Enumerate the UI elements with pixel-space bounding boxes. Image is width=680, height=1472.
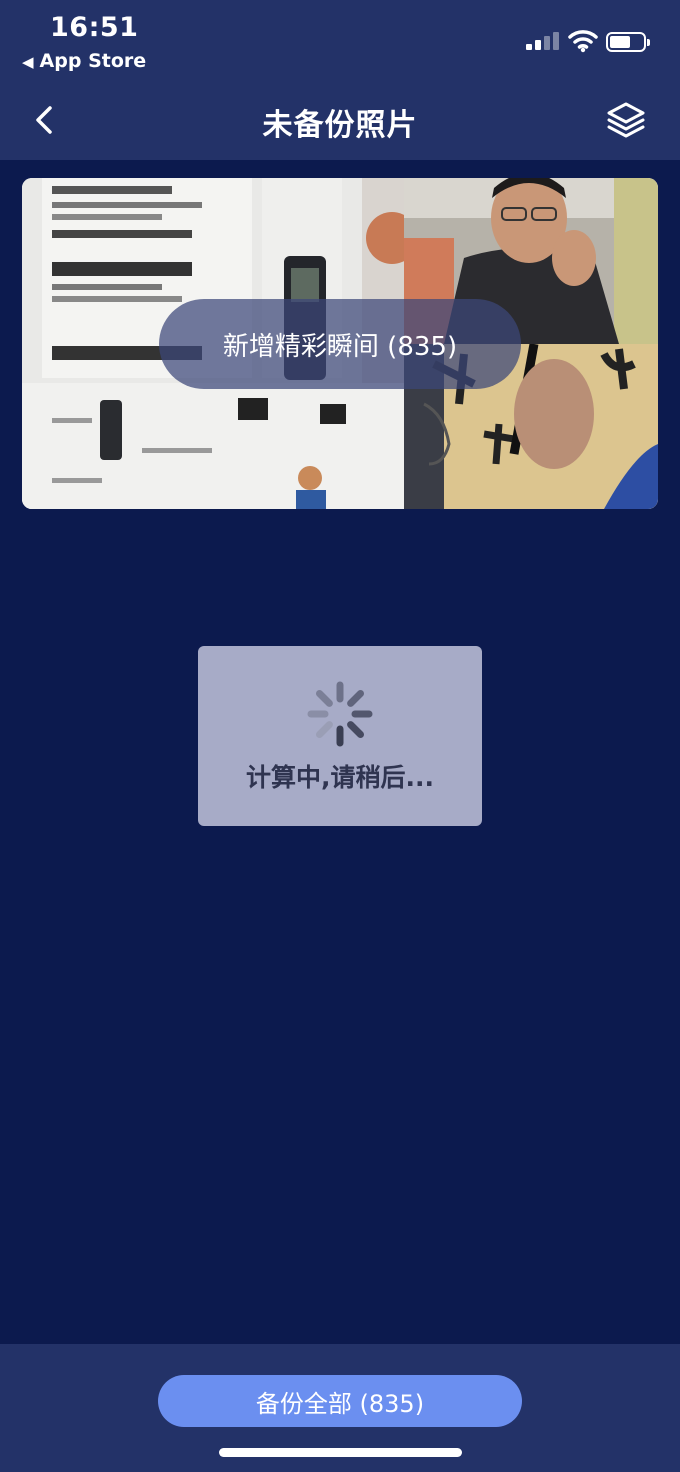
header: 16:51 ◀ App Store 未备份照片 [0,0,680,160]
home-indicator [219,1448,462,1457]
left-triangle-icon: ◀ [22,53,34,71]
spinner-icon [307,681,373,747]
layers-icon [607,102,645,138]
status-indicators [526,28,656,56]
status-back-link[interactable]: ◀ App Store [22,50,146,72]
backup-all-button[interactable]: 备份全部 (835) [158,1375,522,1427]
screen: 16:51 ◀ App Store 未备份照片 新增精彩瞬间 (835) 计算中… [0,0,680,1472]
loading-toast: 计算中,请稍后... [198,646,482,826]
battery-icon [606,32,650,52]
layers-button[interactable] [606,100,646,140]
status-time: 16:51 [50,12,139,43]
loading-text: 计算中,请稍后... [246,763,434,792]
new-moments-label[interactable]: 新增精彩瞬间 (835) [159,299,521,389]
wifi-icon [568,30,598,53]
page-title: 未备份照片 [262,108,418,143]
photo-collage-banner[interactable]: 新增精彩瞬间 (835) [22,178,658,509]
footer-bar: 备份全部 (835) [0,1344,680,1472]
status-back-label: App Store [39,50,147,72]
